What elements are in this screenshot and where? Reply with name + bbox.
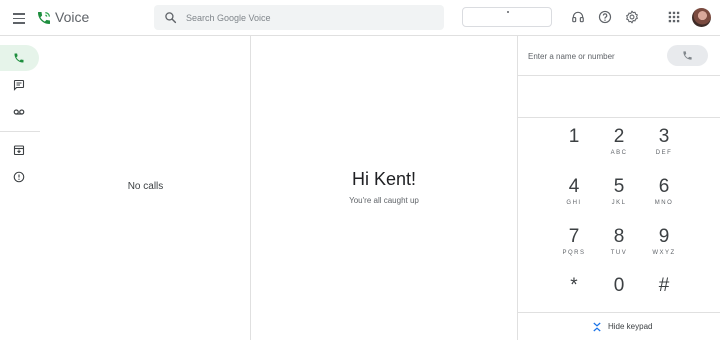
key-digit: 9: [658, 226, 670, 247]
key-digit: 6: [658, 176, 670, 197]
spam-icon: [13, 171, 25, 183]
dial-key-9[interactable]: 9 WXYZ: [642, 226, 686, 266]
caught-up-text: You're all caught up: [349, 196, 419, 205]
nav-spam[interactable]: [0, 164, 40, 190]
menu-icon[interactable]: [10, 9, 28, 27]
hide-keypad-button[interactable]: Hide keypad: [518, 312, 720, 340]
avatar[interactable]: [692, 8, 711, 27]
key-letters: PQRS: [562, 250, 586, 256]
dial-key-5[interactable]: 5 JKL: [597, 176, 641, 216]
calls-list-panel: No calls: [40, 36, 251, 340]
phone-icon: [683, 51, 692, 60]
key-letters: GHI: [566, 200, 582, 206]
key-digit: #: [658, 275, 670, 296]
hide-keypad-label: Hide keypad: [608, 322, 653, 331]
collapse-icon: [593, 322, 601, 332]
voicemail-icon: [13, 109, 25, 115]
dial-key-7[interactable]: 7 PQRS: [552, 226, 596, 266]
dialer-input-row: [518, 36, 720, 76]
key-digit: 0: [613, 275, 625, 296]
main-panel: Hi Kent! You're all caught up: [251, 36, 517, 340]
no-calls-text: No calls: [127, 181, 164, 192]
dial-key-4[interactable]: 4 GHI: [552, 176, 596, 216]
key-letters: MNO: [654, 200, 674, 206]
nav-archive[interactable]: [0, 137, 40, 163]
greeting-heading: Hi Kent!: [351, 169, 417, 189]
nav-divider: [0, 131, 40, 132]
top-bar: Voice: [0, 0, 720, 36]
side-nav: [0, 36, 40, 340]
nav-voicemail[interactable]: [0, 99, 40, 125]
key-digit: 5: [613, 176, 625, 197]
archive-icon: [13, 145, 25, 156]
indicator-dot: [507, 11, 509, 13]
key-letters: WXYZ: [652, 250, 676, 256]
search-icon[interactable]: [164, 11, 177, 24]
message-icon: [13, 79, 25, 91]
dial-key-8[interactable]: 8 TUV: [597, 226, 641, 266]
help-icon[interactable]: [598, 10, 612, 24]
call-button[interactable]: [667, 45, 708, 66]
dial-key-6[interactable]: 6 MNO: [642, 176, 686, 216]
phone-icon: [14, 53, 24, 63]
dial-key-3[interactable]: 3 DEF: [642, 126, 686, 166]
search-bar[interactable]: [154, 5, 444, 30]
search-input[interactable]: [186, 5, 436, 30]
key-digit: 8: [613, 226, 625, 247]
dial-key-star[interactable]: *: [552, 275, 596, 315]
headset-icon[interactable]: [571, 10, 585, 24]
key-digit: 3: [658, 126, 670, 147]
key-letters: ABC: [610, 150, 628, 156]
dialer-panel: 1 2 ABC 3 DEF 4 GHI 5 JKL 6 MNO 7 PQRS 8…: [517, 36, 720, 340]
key-digit: 4: [568, 176, 580, 197]
dialer-input[interactable]: [528, 46, 668, 66]
key-letters: JKL: [611, 200, 627, 206]
key-letters: TUV: [610, 250, 628, 256]
dial-key-hash[interactable]: #: [642, 275, 686, 315]
dialed-number-area: [518, 76, 720, 118]
key-digit: 2: [613, 126, 625, 147]
nav-calls[interactable]: [0, 45, 39, 71]
voice-logo-icon[interactable]: [36, 9, 52, 27]
settings-icon[interactable]: [625, 10, 639, 24]
dial-key-2[interactable]: 2 ABC: [597, 126, 641, 166]
app-title: Voice: [55, 9, 90, 25]
key-letters: DEF: [655, 150, 673, 156]
key-digit: *: [570, 275, 578, 296]
dial-key-0[interactable]: 0: [597, 275, 641, 315]
apps-grid-icon[interactable]: [667, 10, 681, 24]
phone-number-box[interactable]: [462, 7, 552, 27]
key-digit: 1: [568, 126, 580, 147]
nav-messages[interactable]: [0, 72, 40, 98]
key-digit: 7: [568, 226, 580, 247]
dial-key-1[interactable]: 1: [552, 126, 596, 166]
